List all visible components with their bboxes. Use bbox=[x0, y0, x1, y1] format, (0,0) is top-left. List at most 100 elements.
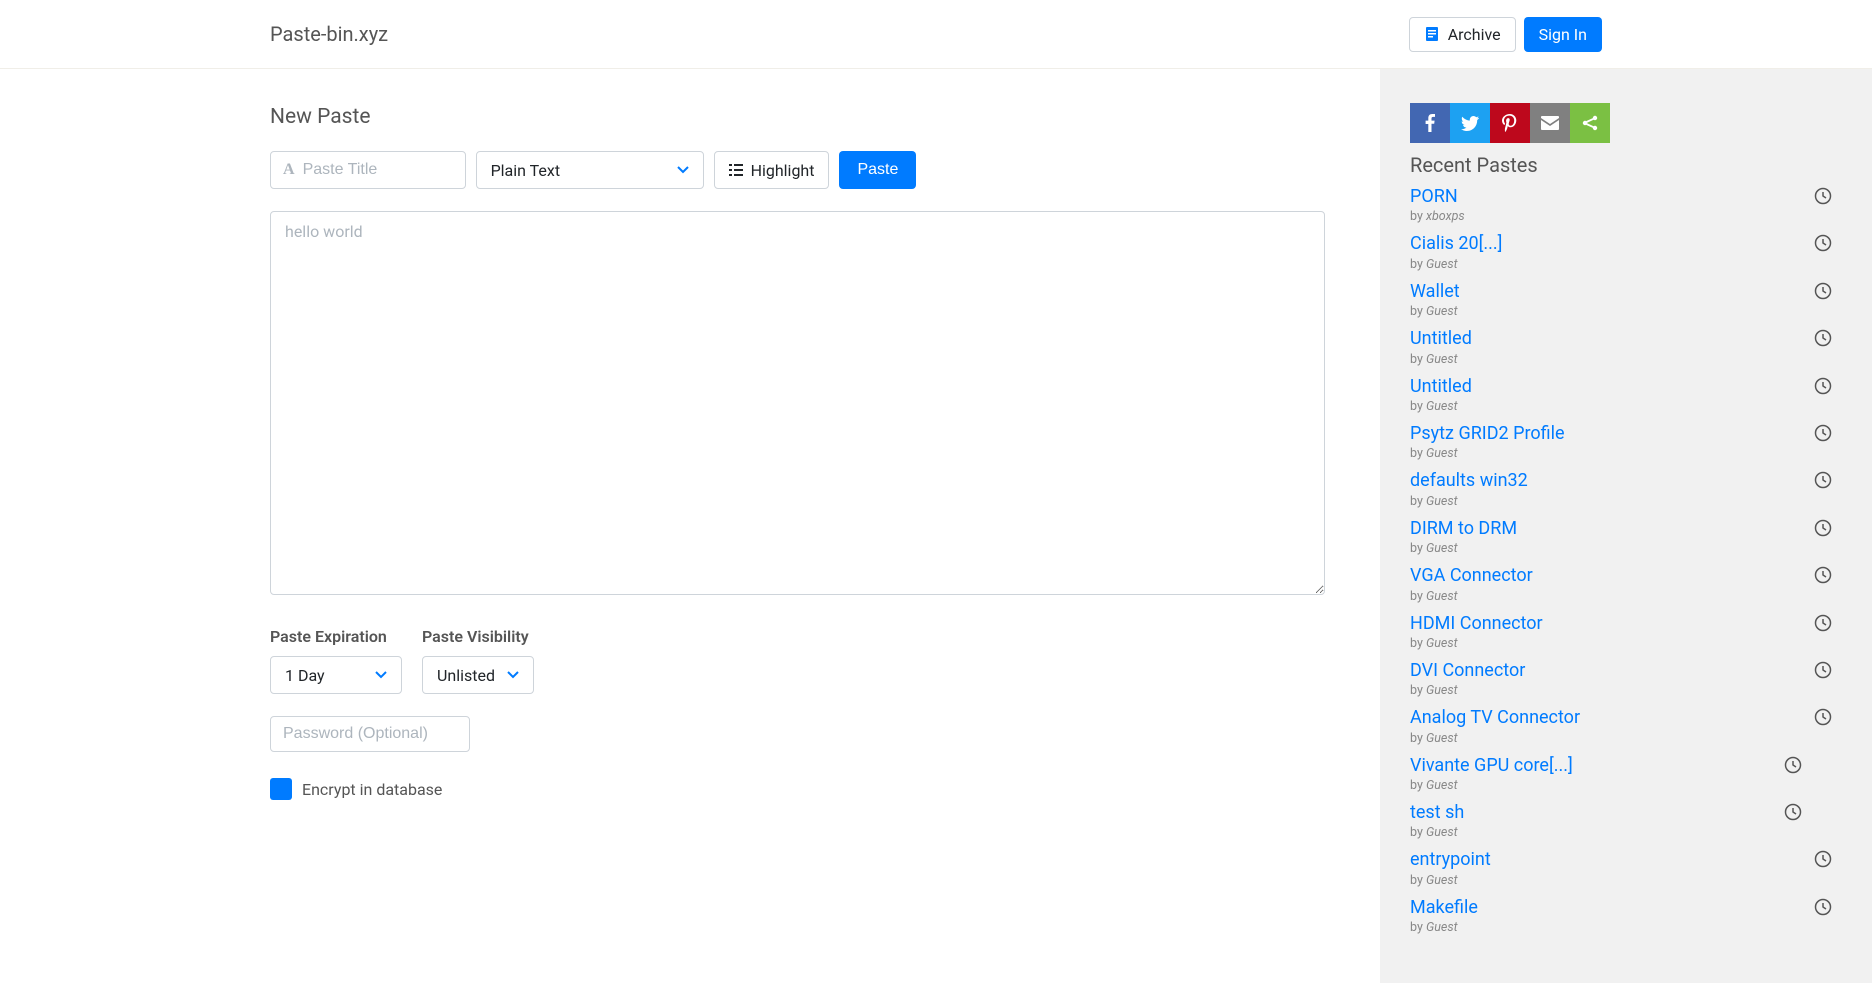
pinterest-icon bbox=[1502, 114, 1518, 132]
encrypt-row: Encrypt in database bbox=[270, 778, 1380, 800]
share-buttons bbox=[1410, 103, 1832, 143]
paste-link[interactable]: entrypoint bbox=[1410, 848, 1832, 871]
archive-label: Archive bbox=[1448, 25, 1501, 44]
paste-author: by Guest bbox=[1410, 920, 1832, 935]
clock-icon bbox=[1814, 282, 1832, 300]
paste-link[interactable]: Untitled bbox=[1410, 327, 1832, 350]
recent-paste-item: DIRM to DRMby Guest bbox=[1410, 517, 1832, 556]
paste-author: by Guest bbox=[1410, 304, 1832, 319]
recent-paste-item: PORNby xboxps bbox=[1410, 185, 1832, 224]
paste-author: by Guest bbox=[1410, 589, 1832, 604]
paste-link[interactable]: Vivante GPU core[...] bbox=[1410, 754, 1832, 777]
paste-link[interactable]: Wallet bbox=[1410, 280, 1832, 303]
clock-icon bbox=[1784, 803, 1802, 821]
page-title: New Paste bbox=[270, 105, 1380, 129]
paste-link[interactable]: DVI Connector bbox=[1410, 659, 1832, 682]
paste-link[interactable]: VGA Connector bbox=[1410, 564, 1832, 587]
nav-right: Archive Sign In bbox=[1409, 17, 1602, 52]
recent-paste-item: Untitledby Guest bbox=[1410, 375, 1832, 414]
paste-link[interactable]: HDMI Connector bbox=[1410, 612, 1832, 635]
recent-paste-item: Vivante GPU core[...]by Guest bbox=[1410, 754, 1832, 793]
chevron-down-icon bbox=[375, 671, 387, 679]
sidebar: Recent Pastes PORNby xboxps Cialis 20[...… bbox=[1380, 69, 1872, 983]
encrypt-label: Encrypt in database bbox=[302, 780, 442, 799]
paste-link[interactable]: PORN bbox=[1410, 185, 1832, 208]
font-icon: A bbox=[283, 161, 295, 179]
recent-paste-item: Makefileby Guest bbox=[1410, 896, 1832, 935]
clock-icon bbox=[1814, 614, 1832, 632]
facebook-icon bbox=[1425, 114, 1435, 132]
syntax-value: Plain Text bbox=[491, 161, 561, 180]
highlight-label: Highlight bbox=[751, 161, 815, 180]
visibility-value: Unlisted bbox=[437, 666, 495, 685]
clock-icon bbox=[1814, 187, 1832, 205]
highlight-button[interactable]: Highlight bbox=[714, 151, 830, 189]
clock-icon bbox=[1814, 708, 1832, 726]
title-input-group[interactable]: A bbox=[270, 151, 466, 189]
recent-paste-item: HDMI Connectorby Guest bbox=[1410, 612, 1832, 651]
paste-link[interactable]: Makefile bbox=[1410, 896, 1832, 919]
clock-icon bbox=[1814, 471, 1832, 489]
paste-link[interactable]: test sh bbox=[1410, 801, 1832, 824]
password-input[interactable] bbox=[270, 716, 470, 752]
clock-icon bbox=[1784, 756, 1802, 774]
email-share-button[interactable] bbox=[1530, 103, 1570, 143]
paste-author: by Guest bbox=[1410, 636, 1832, 651]
main-content: New Paste A Plain Text Highlight bbox=[0, 69, 1380, 983]
clock-icon bbox=[1814, 424, 1832, 442]
header: Paste-bin.xyz Archive Sign In bbox=[0, 0, 1872, 69]
paste-link[interactable]: defaults win32 bbox=[1410, 469, 1832, 492]
paste-author: by Guest bbox=[1410, 399, 1832, 414]
paste-author: by Guest bbox=[1410, 731, 1832, 746]
archive-button[interactable]: Archive bbox=[1409, 17, 1516, 52]
brand-logo[interactable]: Paste-bin.xyz bbox=[270, 22, 388, 46]
paste-link[interactable]: Psytz GRID2 Profile bbox=[1410, 422, 1832, 445]
chevron-down-icon bbox=[507, 671, 519, 679]
paste-author: by Guest bbox=[1410, 778, 1832, 793]
highlight-icon bbox=[729, 164, 743, 176]
paste-link[interactable]: Untitled bbox=[1410, 375, 1832, 398]
paste-link[interactable]: Cialis 20[...] bbox=[1410, 232, 1832, 255]
clock-icon bbox=[1814, 898, 1832, 916]
clock-icon bbox=[1814, 329, 1832, 347]
twitter-icon bbox=[1461, 116, 1479, 131]
signin-button[interactable]: Sign In bbox=[1524, 17, 1602, 52]
syntax-select[interactable]: Plain Text bbox=[476, 151, 704, 189]
encrypt-checkbox[interactable] bbox=[270, 778, 292, 800]
chevron-down-icon bbox=[677, 166, 689, 174]
paste-author: by Guest bbox=[1410, 825, 1832, 840]
clock-icon bbox=[1814, 234, 1832, 252]
sharethis-share-button[interactable] bbox=[1570, 103, 1610, 143]
recent-paste-item: Cialis 20[...]by Guest bbox=[1410, 232, 1832, 271]
paste-button[interactable]: Paste bbox=[839, 151, 916, 189]
recent-pastes-list: PORNby xboxpsCialis 20[...]by GuestWalle… bbox=[1410, 185, 1832, 935]
twitter-share-button[interactable] bbox=[1450, 103, 1490, 143]
clock-icon bbox=[1814, 566, 1832, 584]
recent-paste-item: DVI Connectorby Guest bbox=[1410, 659, 1832, 698]
email-icon bbox=[1541, 116, 1559, 130]
visibility-label: Paste Visibility bbox=[422, 627, 534, 646]
recent-pastes-title: Recent Pastes bbox=[1410, 153, 1832, 177]
expiration-value: 1 Day bbox=[285, 666, 325, 685]
paste-toolbar: A Plain Text Highlight Paste bbox=[270, 151, 1380, 189]
pinterest-share-button[interactable] bbox=[1490, 103, 1530, 143]
recent-paste-item: Walletby Guest bbox=[1410, 280, 1832, 319]
clock-icon bbox=[1814, 377, 1832, 395]
clock-icon bbox=[1814, 661, 1832, 679]
paste-author: by Guest bbox=[1410, 494, 1832, 509]
paste-author: by Guest bbox=[1410, 446, 1832, 461]
paste-author: by Guest bbox=[1410, 683, 1832, 698]
expiration-label: Paste Expiration bbox=[270, 627, 402, 646]
paste-author: by Guest bbox=[1410, 541, 1832, 556]
paste-content-textarea[interactable] bbox=[270, 211, 1325, 595]
expiration-select[interactable]: 1 Day bbox=[270, 656, 402, 694]
paste-title-input[interactable] bbox=[303, 161, 453, 179]
paste-link[interactable]: DIRM to DRM bbox=[1410, 517, 1832, 540]
paste-link[interactable]: Analog TV Connector bbox=[1410, 706, 1832, 729]
facebook-share-button[interactable] bbox=[1410, 103, 1450, 143]
paste-author: by Guest bbox=[1410, 352, 1832, 367]
recent-paste-item: VGA Connector by Guest bbox=[1410, 564, 1832, 603]
clock-icon bbox=[1814, 519, 1832, 537]
recent-paste-item: entrypointby Guest bbox=[1410, 848, 1832, 887]
visibility-select[interactable]: Unlisted bbox=[422, 656, 534, 694]
